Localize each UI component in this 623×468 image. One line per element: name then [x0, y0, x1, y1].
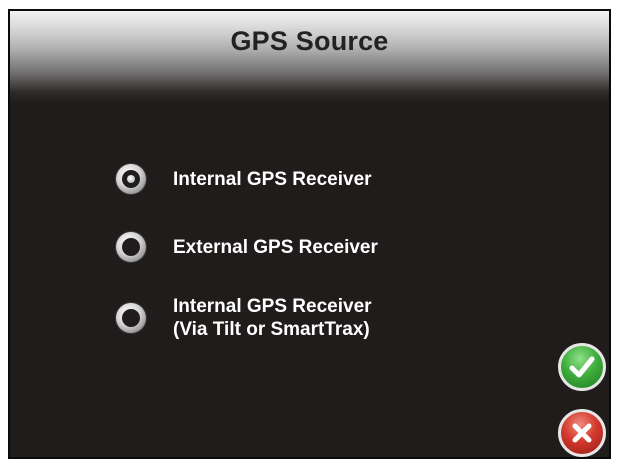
option-internal-gps-via-tilt-smarttrax[interactable]: Internal GPS Receiver (Via Tilt or Smart…: [116, 295, 372, 341]
checkmark-icon: [569, 356, 595, 378]
option-label: Internal GPS Receiver: [173, 168, 372, 190]
gps-source-screen: GPS Source Internal GPS Receiver Externa…: [8, 9, 611, 459]
cancel-button[interactable]: [558, 409, 606, 457]
accept-button[interactable]: [558, 343, 606, 391]
option-label: Internal GPS Receiver (Via Tilt or Smart…: [173, 296, 372, 340]
x-icon: [572, 423, 592, 443]
title-bar: GPS Source: [10, 11, 609, 103]
radio-selected-dot: [127, 175, 135, 183]
option-internal-gps-receiver[interactable]: Internal GPS Receiver: [116, 164, 372, 194]
radio-button-selected[interactable]: [116, 164, 146, 194]
option-external-gps-receiver[interactable]: External GPS Receiver: [116, 232, 378, 262]
page-title: GPS Source: [230, 26, 389, 56]
radio-button[interactable]: [116, 232, 146, 262]
radio-button[interactable]: [116, 303, 146, 333]
option-label: External GPS Receiver: [173, 236, 378, 258]
